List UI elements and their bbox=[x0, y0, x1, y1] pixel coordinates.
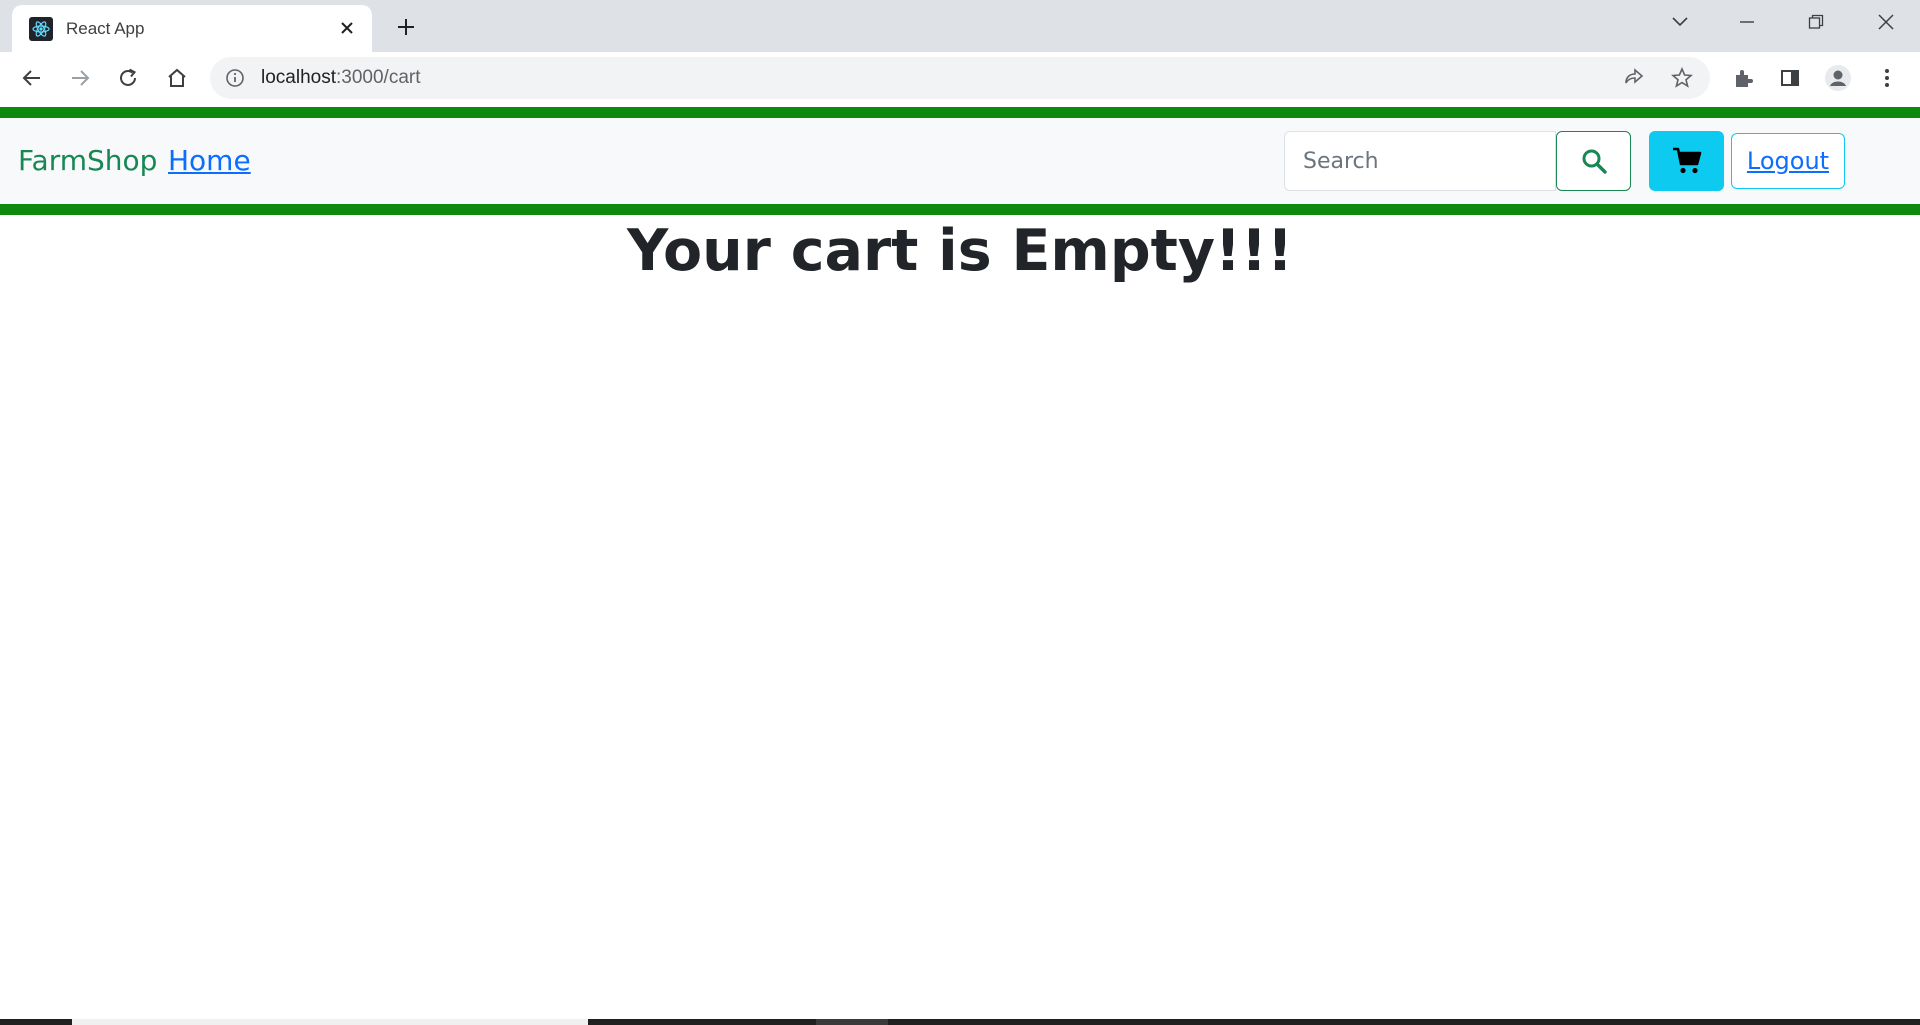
search-button[interactable] bbox=[1556, 131, 1631, 191]
logout-button[interactable]: Logout bbox=[1731, 133, 1845, 189]
home-link[interactable]: Home bbox=[168, 144, 251, 177]
tab-title: React App bbox=[66, 19, 145, 38]
app-navbar: FarmShop Home Logout bbox=[0, 118, 1920, 204]
cart-button[interactable] bbox=[1649, 131, 1724, 191]
site-info-icon[interactable] bbox=[224, 67, 246, 89]
shopping-cart-icon bbox=[1672, 147, 1701, 174]
search-icon bbox=[1582, 149, 1607, 174]
new-tab-icon[interactable] bbox=[392, 13, 420, 41]
browser-tabstrip: React App bbox=[0, 0, 1920, 52]
browser-toolbar: localhost:3000/cart bbox=[0, 52, 1920, 104]
browser-menu-icon[interactable] bbox=[1871, 62, 1903, 94]
bookmark-star-icon[interactable] bbox=[1670, 66, 1694, 90]
url-host: localhost bbox=[261, 67, 336, 88]
horizontal-scrollbar-thumb[interactable] bbox=[72, 1019, 588, 1025]
share-icon[interactable] bbox=[1622, 66, 1646, 90]
close-tab-icon[interactable] bbox=[336, 17, 358, 39]
browser-tab[interactable]: React App bbox=[12, 5, 372, 52]
close-window-icon[interactable] bbox=[1870, 8, 1902, 36]
bottom-strip-marker bbox=[816, 1019, 888, 1025]
react-favicon-icon bbox=[29, 17, 53, 41]
forward-icon[interactable] bbox=[64, 62, 96, 94]
side-panel-icon[interactable] bbox=[1774, 62, 1806, 94]
address-bar[interactable]: localhost:3000/cart bbox=[210, 57, 1710, 99]
url-text: localhost:3000/cart bbox=[261, 67, 421, 89]
search-input[interactable] bbox=[1284, 131, 1556, 191]
extensions-icon[interactable] bbox=[1727, 62, 1759, 94]
navbar-bottom-border bbox=[0, 204, 1920, 215]
url-path: :3000/cart bbox=[336, 67, 421, 88]
home-icon[interactable] bbox=[161, 62, 193, 94]
profile-avatar-icon[interactable] bbox=[1822, 62, 1854, 94]
back-icon[interactable] bbox=[16, 62, 48, 94]
tab-search-chevron-icon[interactable] bbox=[1664, 8, 1696, 36]
navbar-top-border bbox=[0, 107, 1920, 118]
minimize-icon[interactable] bbox=[1731, 8, 1763, 36]
reload-icon[interactable] bbox=[112, 62, 144, 94]
empty-cart-heading: Your cart is Empty!!! bbox=[626, 218, 1294, 284]
brand-name[interactable]: FarmShop bbox=[18, 144, 157, 177]
restore-icon[interactable] bbox=[1800, 8, 1832, 36]
